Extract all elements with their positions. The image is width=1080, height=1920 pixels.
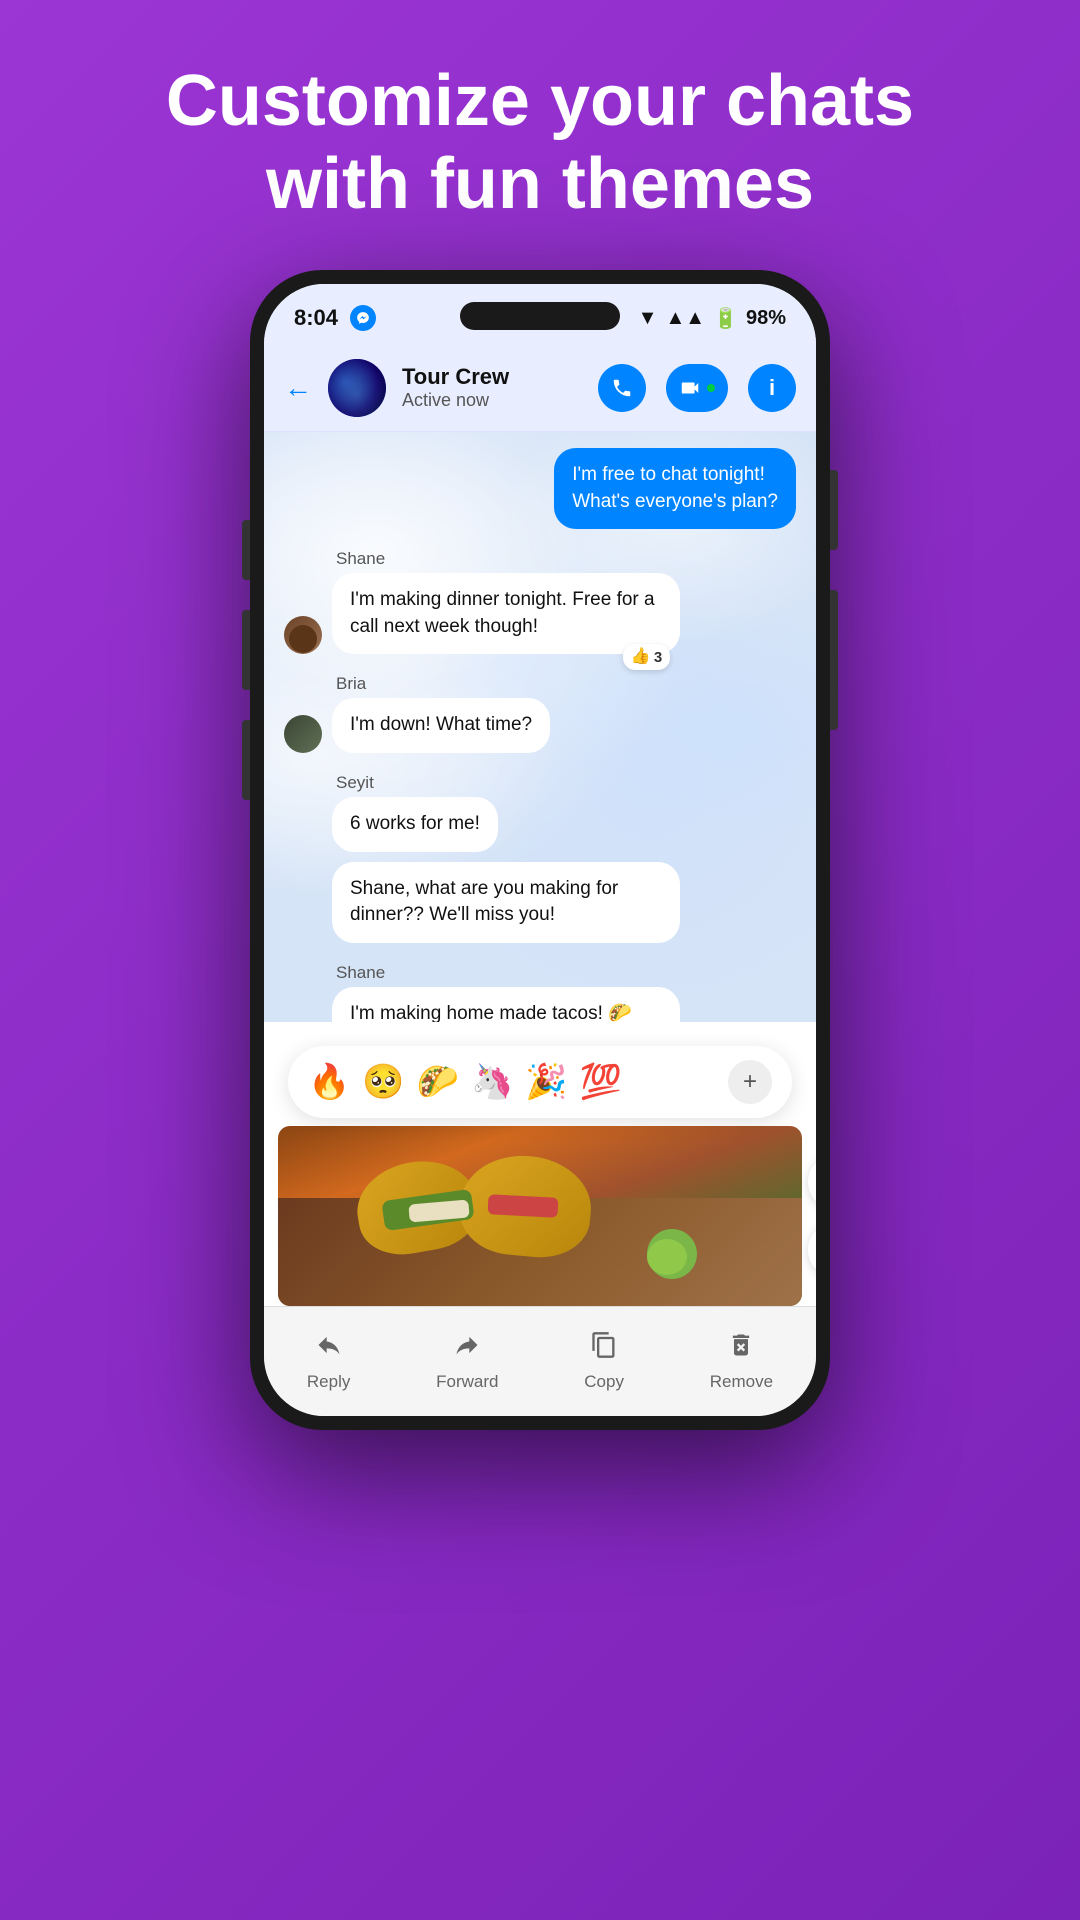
message-seyit-2: Shane, what are you making for dinner?? … [284, 862, 796, 943]
message-content: Shane, what are you making for dinner?? … [332, 862, 680, 943]
remove-icon [727, 1331, 755, 1366]
seyit-avatar-spacer2 [284, 905, 322, 943]
remove-label: Remove [710, 1372, 773, 1392]
more-reactions-button[interactable]: + [728, 1060, 772, 1104]
battery-icon: 🔋 [713, 306, 738, 331]
emoji-fire[interactable]: 🔥 [308, 1062, 350, 1102]
video-call-button[interactable] [666, 364, 728, 412]
forward-label: Forward [436, 1372, 498, 1392]
message-group-bria: Bria I'm down! What time? [284, 674, 796, 753]
emoji-100[interactable]: 💯 [580, 1062, 622, 1102]
copy-label: Copy [584, 1372, 624, 1392]
forward-action[interactable]: Forward [436, 1331, 498, 1392]
message-bria: I'm down! What time? [284, 698, 796, 753]
chat-info: Tour Crew Active now [402, 364, 582, 411]
header-actions: i [598, 364, 796, 412]
forward-icon [453, 1331, 481, 1366]
bria-avatar [284, 715, 322, 753]
edit-button[interactable] [808, 1223, 816, 1277]
signal-icon: ▲▲ [665, 307, 705, 330]
copy-icon [590, 1331, 618, 1366]
power-button [830, 470, 838, 550]
message-bubble: I'm down! What time? [332, 698, 550, 753]
seyit-avatar-spacer [284, 814, 322, 852]
taco-food-image [278, 1126, 802, 1306]
sender-name-seyit: Seyit [336, 773, 796, 793]
reply-action[interactable]: Reply [307, 1331, 350, 1392]
message-content: 6 works for me! [332, 797, 498, 852]
back-button[interactable]: ← [284, 372, 312, 404]
taco-image-container [278, 1126, 802, 1306]
emoji-unicorn[interactable]: 🦄 [471, 1062, 513, 1102]
silent-button [242, 720, 250, 800]
chat-messages: I'm free to chat tonight!What's everyone… [264, 432, 816, 1022]
reply-icon [315, 1331, 343, 1366]
shane-avatar [284, 616, 322, 654]
emoji-party[interactable]: 🎉 [525, 1062, 567, 1102]
message-own-1: I'm free to chat tonight!What's everyone… [284, 448, 796, 529]
copy-action[interactable]: Copy [584, 1331, 624, 1392]
volume-button-right [830, 590, 838, 730]
emoji-taco[interactable]: 🌮 [417, 1062, 459, 1102]
message-bubble: I'm making home made tacos! 🌮Will report… [332, 987, 680, 1022]
remove-action[interactable]: Remove [710, 1331, 773, 1392]
message-shane-1: I'm making dinner tonight. Free for a ca… [284, 573, 796, 654]
message-bubble: I'm making dinner tonight. Free for a ca… [332, 573, 680, 654]
chat-active-status: Active now [402, 390, 582, 411]
status-time: 8:04 [294, 305, 338, 331]
sender-name-shane: Shane [336, 549, 796, 569]
call-button[interactable] [598, 364, 646, 412]
info-button[interactable]: i [748, 364, 796, 412]
wifi-icon: ▼ [638, 307, 658, 330]
message-content: I'm down! What time? [332, 698, 550, 753]
message-seyit-1: 6 works for me! [284, 797, 796, 852]
message-group-shane-1: Shane I'm making dinner tonight. Free fo… [284, 549, 796, 654]
phone-screen: 8:04 ▼ ▲▲ 🔋 98% ← Tour Crew [264, 284, 816, 1416]
status-right-icons: ▼ ▲▲ 🔋 98% [638, 306, 786, 331]
message-content: I'm making home made tacos! 🌮Will report… [332, 987, 680, 1022]
message-content: I'm free to chat tonight!What's everyone… [554, 448, 796, 529]
message-shane-2: I'm making home made tacos! 🌮Will report… [284, 987, 796, 1022]
reply-label: Reply [307, 1372, 350, 1392]
message-bubble: Shane, what are you making for dinner?? … [332, 862, 680, 943]
phone-frame: 8:04 ▼ ▲▲ 🔋 98% ← Tour Crew [250, 270, 830, 1430]
message-content: I'm making dinner tonight. Free for a ca… [332, 573, 680, 654]
headline: Customize your chats with fun themes [0, 60, 1080, 226]
volume-down-button [242, 610, 250, 690]
messenger-icon [350, 305, 376, 331]
sender-name-bria: Bria [336, 674, 796, 694]
chat-header: ← Tour Crew Active now [264, 344, 816, 432]
reaction-count: 3 [654, 647, 662, 668]
group-avatar [328, 359, 386, 417]
battery-percentage: 98% [746, 307, 786, 330]
bottom-action-bar: Reply Forward Copy [264, 1306, 816, 1416]
reaction-badge: 👍 3 [623, 644, 670, 670]
sender-name-shane-2: Shane [336, 963, 796, 983]
emoji-pleading[interactable]: 🥺 [362, 1062, 404, 1102]
reactions-area: 🔥 🥺 🌮 🦄 🎉 💯 + [264, 1022, 816, 1306]
emoji-reaction-bar: 🔥 🥺 🌮 🦄 🎉 💯 + [288, 1046, 792, 1118]
chat-name: Tour Crew [402, 364, 582, 390]
phone-notch [460, 302, 620, 330]
side-action-buttons [808, 1155, 816, 1277]
message-group-seyit: Seyit 6 works for me! Shane, what are yo… [284, 773, 796, 943]
volume-up-button [242, 520, 250, 580]
chat-area-wrapper: I'm free to chat tonight!What's everyone… [264, 432, 816, 1416]
share-button[interactable] [808, 1155, 816, 1209]
message-bubble: I'm free to chat tonight!What's everyone… [554, 448, 796, 529]
message-group-shane-2: Shane I'm making home made tacos! 🌮Will … [284, 963, 796, 1022]
message-bubble: 6 works for me! [332, 797, 498, 852]
